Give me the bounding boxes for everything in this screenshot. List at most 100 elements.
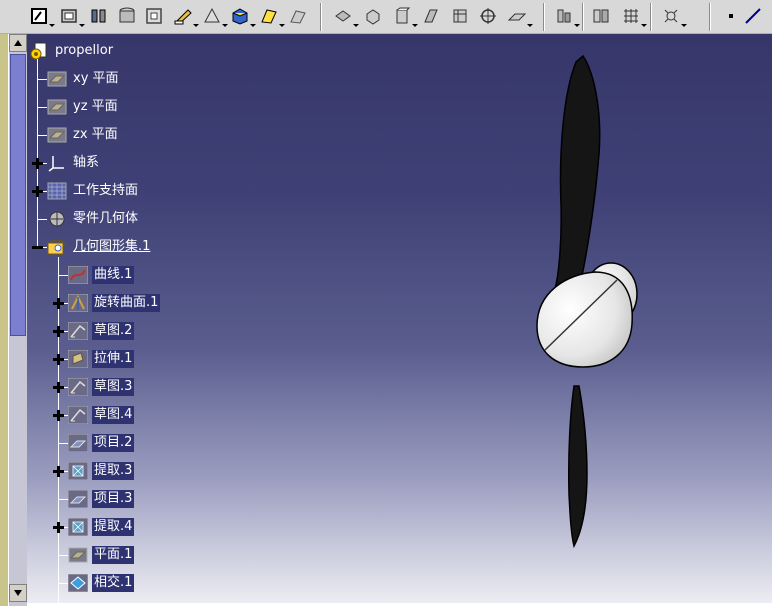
tree-connector [58, 257, 59, 606]
sketch-icon [68, 378, 88, 396]
tree-node[interactable]: 草图.2 [68, 321, 135, 341]
tree-node[interactable]: 零件几何体 [47, 209, 140, 229]
solid-icon [366, 9, 380, 25]
work-support-icon [47, 182, 67, 200]
tree-connector [58, 275, 68, 276]
expand-icon[interactable] [53, 354, 64, 365]
toolbar-separator [543, 3, 544, 31]
geometric-set-icon [47, 238, 67, 256]
expand-icon[interactable] [53, 298, 64, 309]
extract-icon [68, 462, 88, 480]
tree-node-label: 项目.2 [92, 434, 135, 452]
shape-button[interactable] [201, 5, 223, 27]
tree-node-label: 几何图形集.1 [73, 239, 151, 254]
dropdown-arrow-icon[interactable] [574, 24, 580, 27]
dropdown-arrow-icon[interactable] [279, 24, 285, 27]
boolean-button[interactable] [332, 5, 354, 27]
tree-node[interactable]: 工作支持面 [47, 181, 140, 201]
expand-icon[interactable] [53, 410, 64, 421]
target-button[interactable] [477, 5, 499, 27]
tree-node[interactable]: 平面.1 [68, 545, 135, 565]
box-button[interactable] [449, 5, 471, 27]
dropdown-arrow-icon[interactable] [250, 24, 256, 27]
tree-root-propellor[interactable]: propellor [29, 41, 115, 61]
box-icon [453, 9, 467, 23]
part-body-icon [47, 210, 67, 228]
transform-button[interactable] [553, 5, 575, 27]
tree-node[interactable]: 提取.4 [68, 517, 135, 537]
specification-tree[interactable]: propellor xy 平面 yz 平面 zx 平面轴系工作支持面零件几何体几何图形… [0, 0, 200, 606]
expand-icon[interactable] [53, 522, 64, 533]
cube-color-icon [232, 8, 248, 25]
tree-node[interactable]: 相交.1 [68, 573, 135, 593]
propeller-hub [536, 271, 633, 368]
tree-node[interactable]: 旋转曲面.1 [68, 293, 161, 313]
projection-icon [68, 434, 88, 452]
line-button[interactable] [742, 5, 764, 27]
expand-icon[interactable] [32, 158, 43, 169]
measure-button[interactable] [590, 5, 612, 27]
expand-icon[interactable] [53, 326, 64, 337]
flat-button[interactable] [506, 5, 528, 27]
point-icon [729, 14, 733, 18]
tree-node[interactable]: 草图.4 [68, 405, 135, 425]
tree-node[interactable]: 轴系 [47, 153, 101, 173]
flat-icon [507, 13, 527, 21]
surface-gray-button[interactable] [287, 5, 309, 27]
tree-node[interactable]: 拉伸.1 [68, 349, 135, 369]
grid-button[interactable] [620, 5, 642, 27]
projection-icon [68, 490, 88, 508]
tree-connector [58, 583, 68, 584]
dropdown-arrow-icon[interactable] [681, 24, 687, 27]
point-button[interactable] [720, 5, 742, 27]
solid-button[interactable] [362, 5, 384, 27]
extract-icon [68, 518, 88, 536]
surface-yellow-button[interactable] [258, 5, 280, 27]
tree-node[interactable]: 提取.3 [68, 461, 135, 481]
tree-node-label: 平面.1 [92, 546, 135, 564]
sketch-icon [68, 406, 88, 424]
analysis-button[interactable] [660, 5, 682, 27]
tree-node-label: 曲线.1 [92, 266, 135, 284]
toolbar-separator [709, 3, 710, 31]
tree-node-label: 工作支持面 [73, 183, 139, 198]
tree-node[interactable]: 草图.3 [68, 377, 135, 397]
tree-node-label: 旋转曲面.1 [92, 294, 161, 312]
expand-icon[interactable] [32, 186, 43, 197]
axis-system-icon [47, 154, 67, 172]
dropdown-arrow-icon[interactable] [641, 24, 647, 27]
sweep-button[interactable] [420, 5, 442, 27]
propeller-blade-lower [567, 385, 588, 549]
tree-connector [58, 555, 68, 556]
boolean-icon [335, 10, 351, 22]
dropdown-arrow-icon[interactable] [222, 24, 228, 27]
tree-node[interactable]: yz 平面 [47, 97, 120, 117]
tree-node-label: xy 平面 [73, 71, 119, 86]
expand-icon[interactable] [53, 466, 64, 477]
sweep-icon [424, 9, 438, 23]
measure-icon [593, 9, 609, 23]
tree-node[interactable]: 曲线.1 [68, 265, 135, 285]
extrude-button[interactable] [391, 5, 413, 27]
dropdown-arrow-icon[interactable] [527, 24, 533, 27]
tree-node[interactable]: zx 平面 [47, 125, 120, 145]
dropdown-arrow-icon[interactable] [353, 24, 359, 27]
grid-icon [624, 9, 638, 23]
collapse-icon[interactable] [32, 242, 43, 253]
tree-node[interactable]: 项目.3 [68, 489, 135, 509]
dropdown-arrow-icon[interactable] [412, 24, 418, 27]
cube-color-button[interactable] [229, 5, 251, 27]
plane-icon [68, 546, 88, 564]
analysis-icon [664, 9, 678, 23]
tree-node[interactable]: xy 平面 [47, 69, 121, 89]
tree-node-label: yz 平面 [73, 99, 118, 114]
tree-node-label: 提取.3 [92, 462, 135, 480]
shape-icon [204, 7, 220, 23]
tree-node[interactable]: 项目.2 [68, 433, 135, 453]
extrude-icon [68, 350, 88, 368]
expand-icon[interactable] [53, 382, 64, 393]
tree-connector [58, 499, 68, 500]
tree-node[interactable]: 几何图形集.1 [47, 237, 152, 257]
tree-node-label: propellor [55, 43, 114, 58]
tree-connector [37, 79, 47, 80]
